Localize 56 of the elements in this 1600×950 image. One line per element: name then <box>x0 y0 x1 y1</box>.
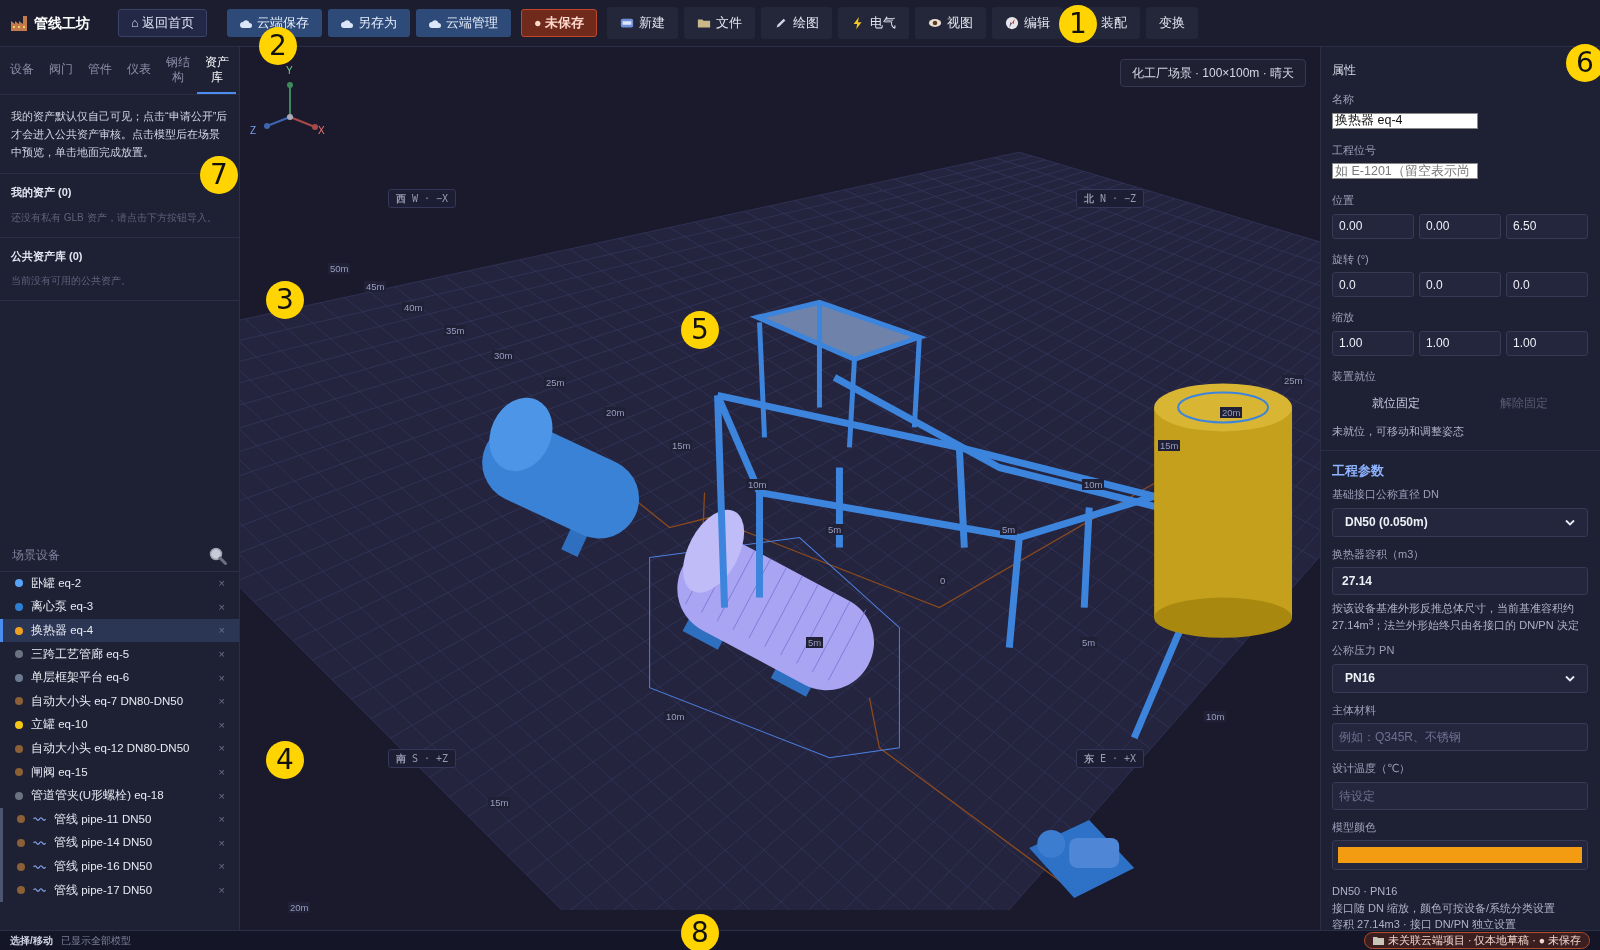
section-title: 我的资产 (0) <box>11 185 73 201</box>
compass-label: 南 S · +Z <box>388 749 457 768</box>
compass-label: 北 N · −Z <box>1076 189 1145 208</box>
grid-scale-label: 40m <box>402 302 425 314</box>
grid-scale-label: 15m <box>488 797 511 809</box>
compass-label: 东 E · +X <box>1076 749 1145 768</box>
field-label: 工程位号 <box>1332 142 1377 158</box>
panel-title: 属性 <box>1332 63 1357 78</box>
status-message: 已显示全部模型 <box>60 934 131 948</box>
axis-label: Y <box>286 64 293 78</box>
grid-scale-label: 5m <box>1080 637 1098 649</box>
grid-scale-label: 25m <box>1282 375 1305 387</box>
grid-scale-label: 10m <box>1204 711 1227 723</box>
field-label: 装置就位 <box>1332 368 1377 384</box>
field-label: 模型颜色 <box>1332 819 1377 835</box>
axis-label: Z <box>250 124 257 138</box>
summary-text: 接口随 DN 缩放，颜色可按设备/系统分类设置 <box>1332 900 1557 916</box>
cloud-status-badge: 未关联云端项目 · 仅本地草稿 · ● 未保存 <box>1364 931 1590 950</box>
grid-scale-label: 10m <box>1082 479 1105 491</box>
grid-scale-label: 20m <box>288 902 311 914</box>
summary-text: DN50 · PN16 <box>1332 884 1399 900</box>
help-text: 按该设备基准外形反推总体尺寸，当前基准容积约27.14m$^{3}$；法兰外形始终只由各接口的 DN/PN 决定 <box>1332 601 1580 633</box>
section-title: 公共资产库 (0) <box>11 248 84 264</box>
scene-info-label: 化工厂场景 · 100×100m · 晴天 <box>1119 59 1306 87</box>
grid-scale-label: 10m <box>664 711 687 723</box>
section-title: 场景设备 <box>12 548 60 564</box>
status-note: 未就位，可移动和调整姿态 <box>1332 424 1465 440</box>
grid-scale-label: 50m <box>328 263 351 275</box>
grid-scale-label: 20m <box>1220 407 1243 419</box>
field-label: 公称压力 PN <box>1332 643 1396 659</box>
grid-scale-label: 35m <box>444 325 467 337</box>
grid-scale-label: 20m <box>604 407 627 419</box>
grid-scale-label: 0 <box>938 575 948 587</box>
grid-scale-label: 25m <box>544 377 567 389</box>
grid-scale-label: 5m <box>806 637 824 649</box>
field-label: 缩放 <box>1332 310 1355 326</box>
field-label: 位置 <box>1332 193 1355 209</box>
field-label: 换热器容积（m3） <box>1332 546 1426 562</box>
grid-scale-label: 15m <box>1158 440 1181 452</box>
field-label: 名称 <box>1332 92 1355 108</box>
summary-text: 容积 27.14m3 · 接口 DN/PN 独立设置 <box>1332 917 1517 933</box>
axis-label: X <box>318 124 325 138</box>
grid-scale-label: 15m <box>670 440 693 452</box>
grid-scale-label: 30m <box>492 350 515 362</box>
grid-scale-label: 5m <box>1000 524 1018 536</box>
field-label: 主体材料 <box>1332 702 1377 718</box>
field-label: 基础接口公称直径 DN <box>1332 487 1440 503</box>
grid-scale-label: 45m <box>364 281 387 293</box>
mode-label: 选择/移动 <box>10 934 53 948</box>
field-label: 旋转 (°) <box>1332 251 1370 267</box>
app-title: 管线工坊 <box>34 13 90 33</box>
section-title: 工程参数 <box>1321 449 1600 481</box>
grid-scale-label: 5m <box>826 524 844 536</box>
grid-scale-label: 10m <box>746 479 769 491</box>
compass-label: 西 W · −X <box>388 189 457 208</box>
field-label: 设计温度（℃） <box>1332 761 1412 777</box>
